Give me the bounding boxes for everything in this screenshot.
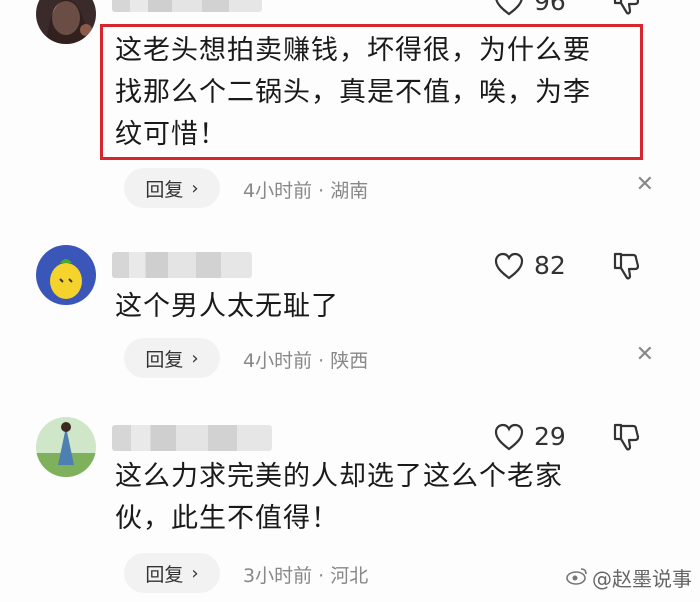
heart-icon [494,423,524,450]
weibo-icon [566,566,588,590]
comment-item: 82 这个男人太无耻了 回复 › 4小时前 · 陕西 ✕ [0,215,700,400]
meta-info: 4小时前 · 陕西 [243,346,368,373]
like-count: 82 [534,251,566,280]
username-blurred[interactable] [112,0,262,12]
avatar[interactable] [36,417,96,477]
comment-text: 这老头想拍卖赚钱，坏得很，为什么要 找那么个二锅头，真是不值，唉，为李 纹可惜！ [115,35,591,150]
close-icon[interactable]: ✕ [636,172,654,197]
avatar[interactable] [36,0,96,44]
like-button[interactable]: 82 [494,251,566,280]
timestamp: 4小时前 [243,350,313,372]
timestamp: 4小时前 [243,180,313,202]
timestamp: 3小时前 [243,565,313,587]
dislike-button[interactable] [612,251,640,285]
dislike-button[interactable] [612,422,640,456]
separator: · [318,350,325,372]
reply-button[interactable]: 回复 › [124,168,220,208]
comment-text: 这个男人太无耻了 [115,291,339,322]
separator: · [318,565,325,587]
username-blurred[interactable] [112,252,252,278]
location: 陕西 [330,350,369,372]
reply-button[interactable]: 回复 › [124,338,220,378]
chevron-right-icon: › [191,177,199,199]
like-button[interactable]: 96 [494,0,566,16]
thumbs-down-icon [613,0,640,15]
close-icon[interactable]: ✕ [636,342,654,367]
thumbs-down-icon [613,423,640,451]
avatar[interactable] [36,245,96,305]
watermark-text: @赵墨说事 [592,567,692,591]
location: 湖南 [330,180,369,202]
username-blurred[interactable] [112,425,272,451]
comment-meta: 回复 › 4小时前 · 陕西 ✕ [124,338,654,378]
comment-text: 这么力求完美的人却选了这么个老家 伙，此生不值得！ [115,461,563,534]
like-count: 29 [534,422,566,451]
like-button[interactable]: 29 [494,422,566,451]
chevron-right-icon: › [191,347,199,369]
meta-info: 3小时前 · 河北 [243,561,368,588]
location: 河北 [330,565,369,587]
watermark: @赵墨说事 [566,563,692,592]
comment-meta: 回复 › 4小时前 · 湖南 ✕ [124,168,654,208]
heart-icon [495,0,523,15]
heart-icon [494,252,524,279]
comment-item: 96 这老头想拍卖赚钱，坏得很，为什么要 找那么个二锅头，真是不值，唉，为李 纹… [0,0,700,215]
like-count: 96 [534,0,566,16]
chevron-right-icon: › [191,562,199,584]
separator: · [318,180,325,202]
dislike-button[interactable] [612,0,640,20]
thumbs-down-icon [613,252,640,280]
reply-button[interactable]: 回复 › [124,553,220,593]
meta-info: 4小时前 · 湖南 [243,176,368,203]
